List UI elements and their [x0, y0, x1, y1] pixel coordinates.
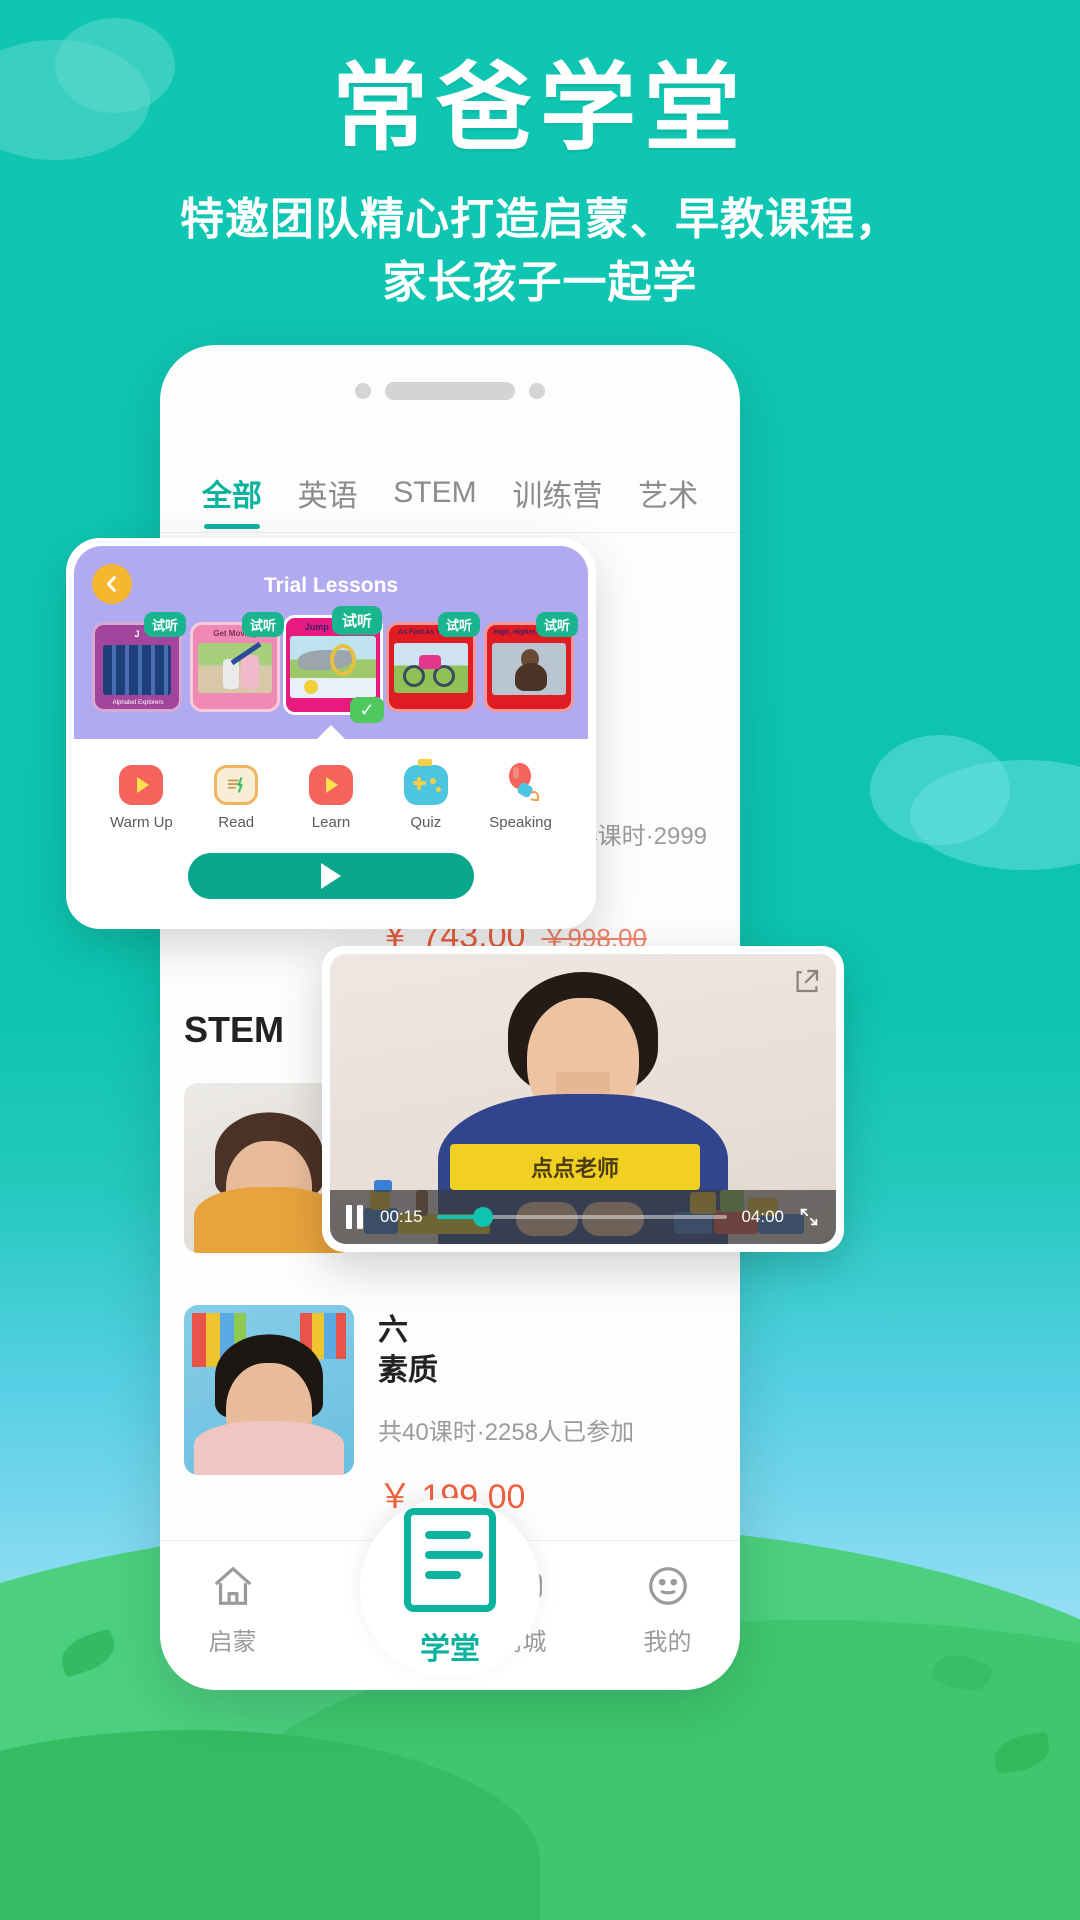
step-label: Speaking: [489, 814, 552, 831]
book-icon: [404, 1508, 496, 1612]
course-info: 六 素质 共40课时·2258人已参加 ￥ 199.00: [378, 1305, 716, 1518]
nav-item-qimeng[interactable]: 启蒙: [173, 1563, 293, 1657]
step-label: Warm Up: [110, 814, 173, 831]
nav-label: 启蒙: [208, 1629, 257, 1656]
tab-all[interactable]: 全部: [202, 471, 262, 529]
tab-bootcamp[interactable]: 训练营: [512, 471, 602, 529]
trial-lessons-steps-panel: Warm Up Read Learn Quiz Speaking: [74, 725, 588, 921]
course-title-line2: 素质: [378, 1354, 438, 1387]
trial-badge: 试听: [143, 612, 186, 637]
phone-notch: [160, 345, 740, 437]
trial-badge: 试听: [241, 612, 284, 637]
home-icon: [210, 1563, 256, 1609]
step-label: Learn: [311, 814, 351, 831]
subtitle-line-2: 家长孩子一起学: [382, 258, 698, 308]
video-player-card[interactable]: 点点老师 00:15 04:00: [322, 946, 844, 1252]
nav-label: 我的: [643, 1629, 692, 1656]
subtitle-block: 特邀团队精心打造启蒙、早教课程， 家长孩子一起学: [0, 188, 1080, 316]
page-title: 常爸学堂: [332, 55, 748, 162]
tab-stem[interactable]: STEM: [393, 476, 476, 524]
speaker-bar-icon: [385, 382, 515, 400]
header: 常爸学堂 特邀团队精心打造启蒙、早教课程， 家长孩子一起学: [0, 0, 1080, 315]
camera-dot-icon: [355, 383, 371, 399]
progress-slider[interactable]: [436, 1207, 728, 1227]
lesson-cover-footer: Alphabet Explorers: [112, 700, 164, 706]
step-warm-up[interactable]: Warm Up: [94, 765, 189, 831]
list-item[interactable]: 试听 J Alphabet Explorers: [92, 612, 186, 715]
nav-item-xuetang[interactable]: 学堂: [360, 1498, 540, 1678]
trial-badge: 试听: [331, 606, 382, 635]
pointer-arrow-icon: [315, 725, 347, 741]
list-item-selected[interactable]: 试听 Jump for Joy ✓: [283, 606, 384, 723]
trial-lesson-thumbnails[interactable]: 试听 J Alphabet Explorers 试听 Get Moving 试听…: [92, 606, 578, 723]
teacher-photo-icon: [184, 1304, 354, 1475]
list-item[interactable]: 试听 As Fast As You Can: [386, 612, 480, 715]
nav-item-wode[interactable]: 我的: [608, 1563, 728, 1657]
pause-button[interactable]: [346, 1205, 366, 1229]
category-tabs[interactable]: 全部 英语 STEM 训练营 艺术: [160, 437, 740, 533]
list-item[interactable]: 试听 Get Moving: [190, 612, 284, 715]
course-thumbnail[interactable]: [184, 1304, 354, 1475]
trial-lessons-title: Trial Lessons: [263, 574, 399, 597]
progress-knob[interactable]: [473, 1207, 494, 1227]
share-icon[interactable]: [792, 966, 822, 996]
selected-check-icon: ✓: [350, 697, 384, 723]
step-speaking[interactable]: Speaking: [473, 763, 568, 831]
gamepad-icon: [403, 759, 448, 805]
list-item[interactable]: 试听 High, Higher, Highest: [484, 612, 578, 715]
total-time: 04:00: [741, 1207, 784, 1226]
current-time: 00:15: [380, 1207, 423, 1226]
cloud-decoration: [870, 735, 1010, 845]
step-quiz[interactable]: Quiz: [378, 759, 473, 831]
nav-label: 学堂: [420, 1633, 480, 1666]
video-banner: 点点老师: [450, 1144, 700, 1190]
play-icon: [321, 863, 341, 889]
lesson-step-list[interactable]: Warm Up Read Learn Quiz Speaking: [94, 759, 568, 831]
trial-badge: 试听: [437, 612, 480, 637]
step-learn[interactable]: Learn: [284, 765, 379, 831]
step-read[interactable]: Read: [189, 765, 284, 831]
fullscreen-button[interactable]: [798, 1206, 820, 1228]
course-title: 六: [378, 1313, 408, 1347]
video-controls[interactable]: 00:15 04:00: [330, 1190, 836, 1244]
sensor-dot-icon: [529, 383, 545, 399]
trial-lessons-card: Trial Lessons 试听 J Alphabet Explorers 试听…: [66, 538, 596, 929]
trial-badge: 试听: [535, 612, 578, 637]
play-icon: [308, 765, 353, 805]
step-label: Quiz: [410, 814, 442, 831]
tab-art[interactable]: 艺术: [638, 471, 698, 529]
smiley-icon: [645, 1563, 691, 1609]
course-meta: 共40课时·2258人已参加: [378, 1418, 635, 1446]
video-surface[interactable]: 点点老师 00:15 04:00: [330, 954, 836, 1244]
back-button[interactable]: [92, 564, 132, 604]
step-label: Read: [218, 814, 255, 831]
arrow-left-icon: [106, 576, 116, 592]
subtitle-line-1: 特邀团队精心打造启蒙、早教课程，: [180, 194, 900, 244]
microphone-icon: [499, 763, 543, 805]
book-read-icon: [214, 765, 259, 805]
play-icon: [119, 765, 164, 805]
tab-english[interactable]: 英语: [298, 471, 358, 529]
play-lesson-button[interactable]: [188, 853, 474, 899]
trial-lessons-header-panel: Trial Lessons 试听 J Alphabet Explorers 试听…: [74, 546, 588, 739]
